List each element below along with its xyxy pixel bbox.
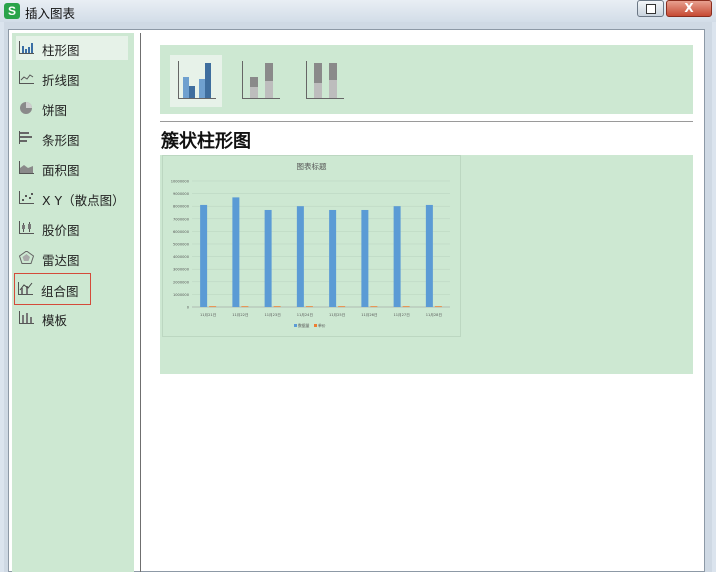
bar-series1 — [361, 209, 369, 307]
clustered-column-icon — [178, 61, 216, 99]
panel-divider — [140, 33, 141, 572]
bar-chart-icon — [19, 131, 32, 144]
y-tick-label: 2000000 — [173, 280, 190, 284]
chart-subtype-strip — [160, 45, 693, 114]
title-bar: S 插入图表 X — [0, 0, 716, 22]
x-tick-label: 11月22日 — [232, 312, 248, 317]
legend-swatch — [294, 324, 297, 327]
bar-series2 — [241, 306, 249, 308]
y-tick-label: 9000000 — [173, 192, 190, 196]
bar-series1 — [232, 197, 240, 307]
sidebar-item-line[interactable]: 折线图 — [16, 66, 128, 90]
bar-series1 — [329, 209, 337, 307]
window-title: 插入图表 — [25, 6, 76, 21]
sidebar-item-radar[interactable]: 雷达图 — [16, 246, 128, 270]
bar-series2 — [273, 306, 281, 308]
bar-series2 — [434, 306, 442, 308]
combo-chart-icon — [18, 282, 33, 295]
wps-app-icon: S — [4, 3, 20, 19]
subtype-stacked-column[interactable] — [234, 55, 286, 107]
y-tick-label: 8000000 — [173, 205, 190, 209]
y-tick-label: 3000000 — [173, 268, 190, 272]
x-tick-label: 11月23日 — [264, 312, 280, 317]
x-tick-label: 11月24日 — [297, 312, 313, 317]
chart-title: 图表标题 — [297, 161, 327, 171]
stacked-column-icon — [242, 61, 280, 99]
bar-series1 — [425, 204, 433, 307]
sidebar-item-scatter[interactable]: X Y（散点图） — [16, 186, 128, 210]
sidebar-item-template[interactable]: 模板 — [16, 306, 128, 330]
percent-stacked-column-icon — [306, 61, 344, 99]
sidebar-item-combo[interactable]: 组合图 — [14, 273, 91, 305]
subtype-percent-stacked-column[interactable] — [298, 55, 350, 107]
y-tick-label: 0 — [187, 306, 190, 310]
sidebar-item-label: 柱形图 — [42, 43, 80, 58]
x-tick-label: 11月25日 — [329, 312, 345, 317]
sidebar-item-label: X Y（散点图） — [42, 193, 125, 208]
x-tick-label: 11月27日 — [393, 312, 409, 317]
bar-series2 — [402, 306, 410, 308]
bar-series1 — [296, 206, 304, 307]
sidebar-item-label: 饼图 — [42, 103, 68, 118]
sidebar-item-column[interactable]: 柱形图 — [16, 36, 128, 60]
legend-swatch — [314, 324, 317, 327]
restore-button[interactable] — [637, 0, 664, 17]
area-chart-icon — [19, 161, 34, 174]
chart-type-sidebar: 柱形图 折线图 饼图 条形图 面积图 X Y（散点图） 股价图 雷达图 组合图 … — [12, 33, 134, 572]
x-tick-label: 11月28日 — [426, 312, 442, 317]
bar-series1 — [264, 209, 272, 307]
sidebar-item-label: 条形图 — [42, 133, 80, 148]
bar-series1 — [393, 206, 401, 307]
sidebar-item-label: 雷达图 — [42, 253, 80, 268]
close-button[interactable]: X — [666, 0, 712, 17]
sidebar-item-stock[interactable]: 股价图 — [16, 216, 128, 240]
separator — [160, 121, 693, 122]
sidebar-item-label: 模板 — [42, 313, 68, 328]
stock-chart-icon — [19, 221, 34, 234]
y-tick-label: 6000000 — [173, 230, 190, 234]
bar-series2 — [370, 306, 378, 308]
x-tick-label: 11月21日 — [200, 312, 216, 317]
scatter-chart-icon — [19, 191, 34, 204]
y-tick-label: 1000000 — [173, 293, 190, 297]
sidebar-item-pie[interactable]: 饼图 — [16, 96, 128, 120]
y-tick-label: 4000000 — [173, 255, 190, 259]
sidebar-item-bar[interactable]: 条形图 — [16, 126, 128, 150]
sidebar-item-label: 折线图 — [42, 73, 80, 88]
chart-preview: 图表标题100000009000000800000070000006000000… — [171, 161, 450, 328]
subtype-clustered-column[interactable] — [170, 55, 222, 107]
column-chart-icon — [19, 41, 34, 54]
y-tick-label: 7000000 — [173, 217, 190, 221]
sidebar-item-label: 面积图 — [42, 163, 80, 178]
sidebar-item-label: 组合图 — [41, 284, 79, 299]
bar-series2 — [305, 306, 313, 308]
bar-series2 — [209, 306, 217, 308]
bar-series1 — [200, 204, 208, 307]
pie-chart-icon — [20, 102, 32, 114]
x-tick-label: 11月26日 — [361, 312, 377, 317]
legend-label: 数据量 — [298, 323, 310, 328]
sidebar-item-label: 股价图 — [42, 223, 80, 238]
sidebar-item-area[interactable]: 面积图 — [16, 156, 128, 180]
line-chart-icon — [19, 71, 34, 84]
y-tick-label: 5000000 — [173, 243, 190, 247]
template-icon — [19, 311, 34, 324]
chart-type-title: 簇状柱形图 — [161, 131, 251, 152]
legend-label: 单价 — [318, 323, 326, 328]
radar-chart-icon — [19, 251, 34, 264]
y-tick-label: 10000000 — [171, 180, 190, 184]
bar-series2 — [338, 306, 346, 308]
